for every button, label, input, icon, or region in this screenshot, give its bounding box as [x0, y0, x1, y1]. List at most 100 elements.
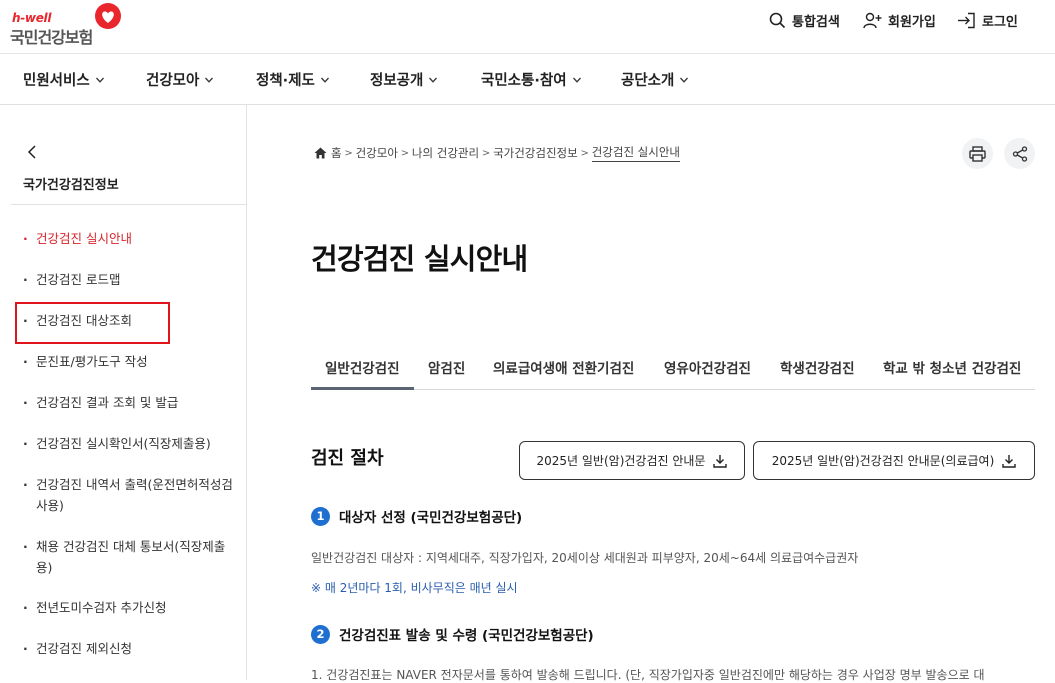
breadcrumb-item[interactable]: 국가건강검진정보	[493, 145, 578, 161]
share-icon	[1012, 145, 1027, 162]
login-icon	[958, 12, 975, 28]
sidebar-item-label: 전년도미수검자 추가신청	[36, 600, 167, 615]
sidebar-item-label: 건강검진 실시안내	[36, 231, 132, 246]
tab-medical-aid-transition[interactable]: 의료급여생애 전환기검진	[493, 357, 634, 377]
sidebar-item-confirmation[interactable]: · 건강검진 실시확인서(직장제출용)	[23, 433, 233, 454]
chevron-down-icon	[205, 77, 214, 83]
print-button[interactable]	[962, 138, 993, 169]
site-logo[interactable]: h-well 국민건강보험	[10, 2, 130, 48]
gnb-label: 민원서비스	[23, 73, 90, 89]
chevron-right-icon: >	[580, 147, 589, 159]
bullet: ·	[23, 231, 28, 246]
step-1-note: ※ 매 2년마다 1회, 비사무직은 매년 실시	[311, 581, 518, 595]
download-icon	[713, 454, 728, 468]
top-header: h-well 국민건강보험 통합검색 회원가입 로그인	[0, 0, 1055, 54]
sidebar-title: 국가건강검진정보	[23, 178, 119, 193]
download-guide-medical-aid-button[interactable]: 2025년 일반(암)건강검진 안내문(의료급여)	[753, 441, 1035, 480]
login-link[interactable]: 로그인	[957, 10, 1018, 30]
step-1-heading: 1 대상자 선정 (국민건강보험공단)	[311, 506, 522, 526]
gnb-label: 국민소통·참여	[481, 73, 567, 89]
chevron-down-icon	[95, 77, 104, 83]
step-2-description: 1. 건강검진표는 NAVER 전자문서를 통하여 발송해 드립니다. (단, …	[311, 668, 985, 682]
chevron-right-icon: >	[344, 147, 353, 159]
tab-general-checkup[interactable]: 일반건강검진	[325, 357, 400, 377]
signup-link[interactable]: 회원가입	[863, 10, 936, 30]
sidebar-item-questionnaire[interactable]: · 문진표/평가도구 작성	[23, 351, 233, 372]
step-1-description: 일반건강검진 대상자 : 지역세대주, 직장가입자, 20세이상 세대원과 피부…	[311, 551, 859, 565]
chevron-down-icon	[320, 77, 329, 83]
share-button[interactable]	[1004, 138, 1035, 169]
gnb-item-disclosure[interactable]: 정보공개	[370, 69, 438, 90]
sidebar-item-additional-request[interactable]: · 전년도미수검자 추가신청	[23, 597, 233, 618]
chevron-right-icon: >	[481, 147, 491, 159]
chevron-down-icon	[572, 77, 581, 83]
bullet: ·	[23, 395, 28, 410]
gnb-item-health[interactable]: 건강모아	[146, 69, 214, 90]
back-button[interactable]	[24, 143, 42, 161]
search-icon	[769, 12, 786, 28]
step-number-badge: 2	[311, 624, 330, 644]
gnb-label: 공단소개	[621, 73, 675, 89]
download-guide-medical-aid-label: 2025년 일반(암)건강검진 안내문(의료급여)	[771, 454, 995, 468]
tab-student-checkup[interactable]: 학생건강검진	[780, 357, 855, 377]
breadcrumb-current: 건강검진 실시안내	[591, 144, 680, 162]
bullet: ·	[23, 272, 28, 287]
sidebar-item-label: 채용 건강검진 대체 통보서(직장제출용)	[36, 539, 226, 575]
gnb-item-policy[interactable]: 정책·제도	[256, 69, 330, 90]
add-user-icon	[863, 12, 882, 28]
sidebar-item-checkup-guide[interactable]: · 건강검진 실시안내	[23, 228, 233, 249]
chevron-right-icon: >	[400, 147, 410, 159]
breadcrumb: 홈 > 건강모아 > 나의 건강관리 > 국가건강검진정보 > 건강검진 실시안…	[314, 144, 680, 162]
search-link[interactable]: 통합검색	[769, 10, 840, 30]
gnb-label: 정보공개	[370, 73, 424, 89]
sidebar-item-label: 문진표/평가도구 작성	[36, 354, 148, 369]
checkup-tabs: 일반건강검진 암검진 의료급여생애 전환기검진 영유아건강검진 학생건강검진 학…	[311, 345, 1035, 390]
sidebar-divider	[11, 204, 246, 205]
tab-infant-checkup[interactable]: 영유아건강검진	[664, 357, 751, 377]
signup-label: 회원가입	[888, 14, 936, 30]
sidebar-item-employment-notice[interactable]: · 채용 건강검진 대체 통보서(직장제출용)	[23, 536, 233, 578]
gnb-item-civil-service[interactable]: 민원서비스	[23, 69, 105, 90]
breadcrumb-item[interactable]: 건강모아	[356, 145, 398, 161]
section-title: 검진 절차	[311, 448, 384, 469]
chevron-down-icon	[429, 77, 438, 83]
home-icon	[314, 147, 327, 159]
sidebar-item-label: 건강검진 실시확인서(직장제출용)	[36, 436, 211, 451]
download-guide-button[interactable]: 2025년 일반(암)건강검진 안내문	[519, 441, 745, 480]
breadcrumb-item[interactable]: 나의 건강관리	[412, 145, 479, 161]
bullet: ·	[23, 600, 28, 615]
sidebar-item-history-print[interactable]: · 건강검진 내역서 출력(운전면허적성검사용)	[23, 474, 233, 516]
step-title: 건강검진표 발송 및 수령 (국민건강보험공단)	[339, 628, 594, 644]
logo-tagline: h-well	[12, 11, 52, 25]
sidebar-item-roadmap[interactable]: · 건강검진 로드맵	[23, 269, 233, 290]
page-title: 건강검진 실시안내	[311, 242, 528, 276]
sidebar: 국가건강검진정보 · 건강검진 실시안내 · 건강검진 로드맵 · 건강검진 대…	[0, 105, 247, 680]
gnb-label: 건강모아	[146, 73, 200, 89]
highlight-box	[15, 302, 170, 344]
download-icon	[1002, 454, 1016, 468]
sidebar-item-label: 건강검진 로드맵	[36, 272, 121, 287]
tab-out-of-school-youth[interactable]: 학교 밖 청소년 건강검진	[883, 357, 1021, 377]
login-label: 로그인	[982, 14, 1018, 30]
tab-cancer-checkup[interactable]: 암검진	[428, 357, 465, 377]
main-navigation: 민원서비스 건강모아 정책·제도 정보공개 국민소통·참여 공단소개	[0, 54, 1055, 105]
gnb-item-about[interactable]: 공단소개	[621, 69, 689, 90]
sidebar-item-label: 건강검진 제외신청	[36, 641, 132, 656]
sidebar-item-label: 건강검진 내역서 출력(운전면허적성검사용)	[36, 477, 233, 513]
logo-heart-icon	[95, 3, 121, 29]
sidebar-item-exclusion[interactable]: · 건강검진 제외신청	[23, 638, 233, 659]
bullet: ·	[23, 436, 28, 451]
step-2-heading: 2 건강검진표 발송 및 수령 (국민건강보험공단)	[311, 624, 594, 644]
bullet: ·	[23, 477, 28, 492]
gnb-item-communication[interactable]: 국민소통·참여	[481, 69, 582, 90]
chevron-down-icon	[680, 77, 689, 83]
sidebar-item-results[interactable]: · 건강검진 결과 조회 및 발급	[23, 392, 233, 413]
bullet: ·	[23, 539, 28, 554]
bullet: ·	[23, 354, 28, 369]
chevron-left-icon	[27, 145, 36, 159]
download-guide-label: 2025년 일반(암)건강검진 안내문	[536, 454, 706, 468]
sidebar-item-label: 건강검진 결과 조회 및 발급	[36, 395, 179, 410]
breadcrumb-home[interactable]: 홈	[331, 145, 342, 161]
bullet: ·	[23, 641, 28, 656]
step-title: 대상자 선정 (국민건강보험공단)	[339, 510, 523, 526]
